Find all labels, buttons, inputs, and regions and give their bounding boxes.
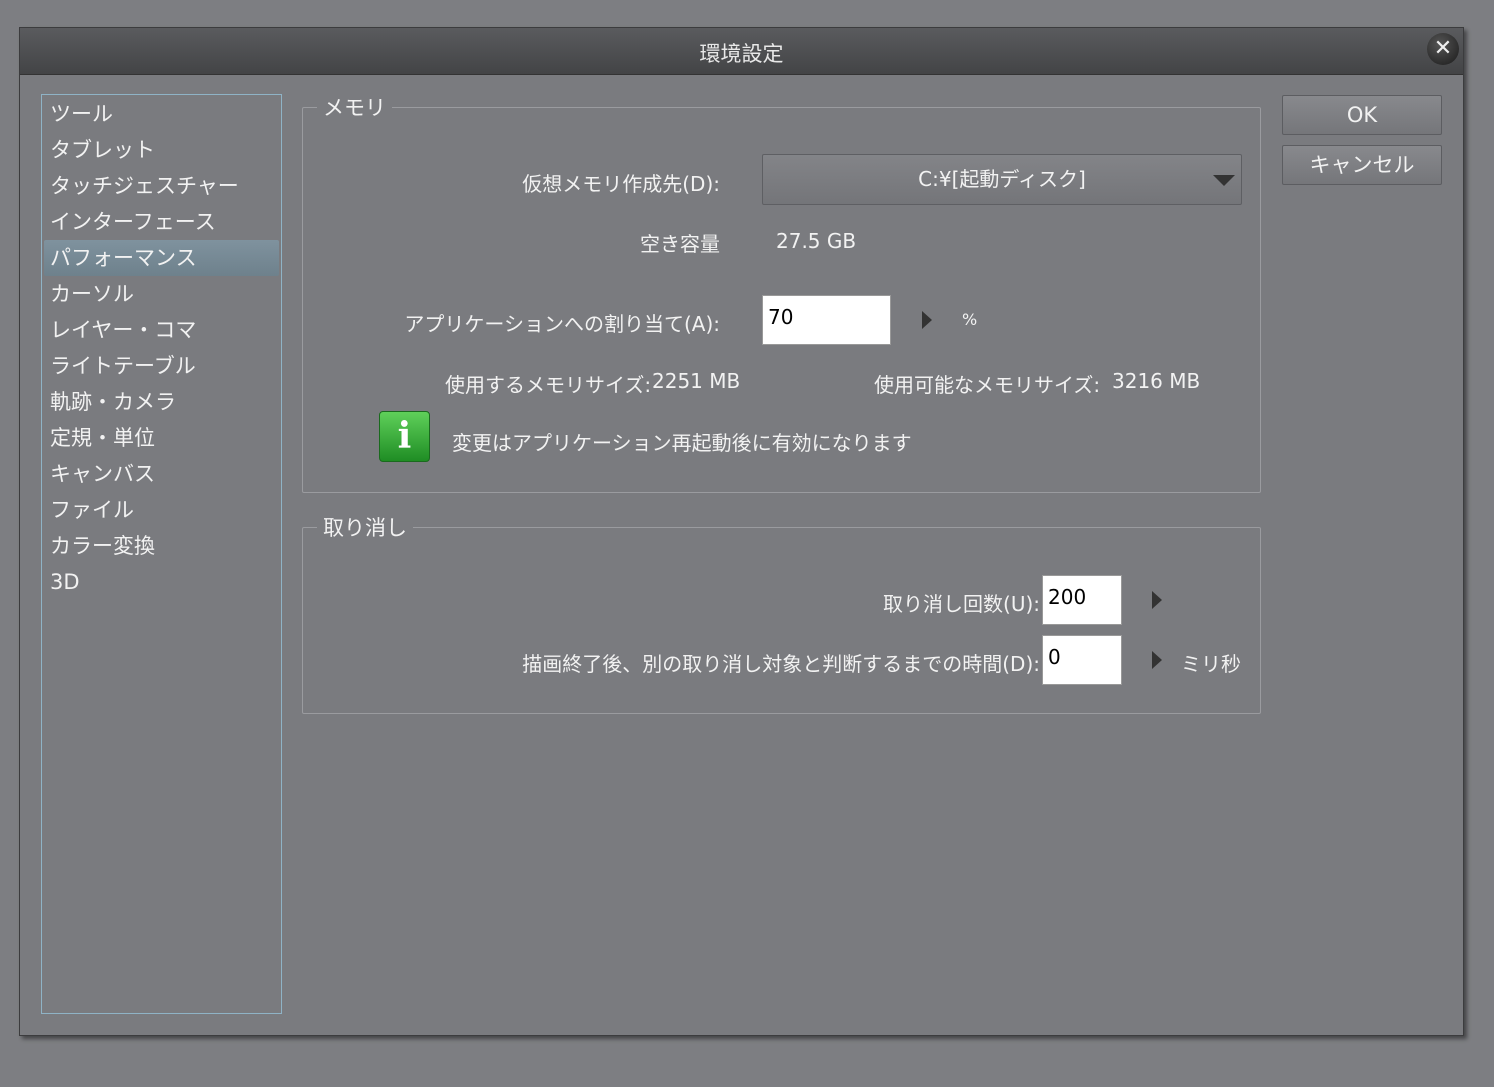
category-list: ツール タブレット タッチジェスチャー インターフェース パフォーマンス カーソル レイヤー…	[41, 94, 282, 1014]
undo-time-label: 描画終了後、別の取り消し対象と判断するまでの時間(D):	[522, 652, 1040, 676]
info-icon: i	[379, 411, 430, 462]
sidebar-item[interactable]: ファイル	[44, 492, 279, 528]
sidebar-item[interactable]: パフォーマンス	[44, 240, 279, 276]
undo-time-unit: ミリ秒	[1181, 652, 1241, 676]
allocation-unit: %	[962, 310, 978, 329]
allocation-input[interactable]: 70	[762, 295, 891, 345]
ok-button[interactable]: OK	[1282, 95, 1442, 135]
undo-count-label: 取り消し回数(U):	[883, 592, 1040, 616]
virtual-memory-label: 仮想メモリ作成先(D):	[522, 172, 720, 196]
memory-group: メモリ 仮想メモリ作成先(D): C:¥[起動ディスク] 空き容量 27.5 G…	[302, 92, 1261, 493]
allocation-label: アプリケーションへの割り当て(A):	[404, 312, 720, 336]
used-memory-value: 2251 MB	[652, 369, 741, 393]
used-memory-label: 使用するメモリサイズ:	[445, 373, 652, 397]
available-memory-value: 3216 MB	[1112, 369, 1201, 393]
undo-count-input[interactable]: 200	[1042, 575, 1122, 625]
allocation-slider-arrow-icon[interactable]	[922, 311, 932, 329]
sidebar-item[interactable]: 軌跡・カメラ	[44, 384, 279, 420]
sidebar-item[interactable]: タブレット	[44, 132, 279, 168]
sidebar-item[interactable]: インターフェース	[44, 204, 279, 240]
undo-group: 取り消し 取り消し回数(U): 200 描画終了後、別の取り消し対象と判断するま…	[302, 512, 1261, 714]
sidebar-item[interactable]: カラー変換	[44, 528, 279, 564]
title-bar[interactable]: 環境設定 ✕	[20, 28, 1463, 75]
chevron-down-icon	[1213, 175, 1235, 186]
sidebar-item[interactable]: タッチジェスチャー	[44, 168, 279, 204]
sidebar-item[interactable]: カーソル	[44, 276, 279, 312]
preferences-dialog: 環境設定 ✕ ツール タブレット タッチジェスチャー インターフェース パフォーマンスカ…	[19, 27, 1464, 1036]
sidebar-item[interactable]: ライトテーブル	[44, 348, 279, 384]
sidebar-item[interactable]: レイヤー・コマ	[44, 312, 279, 348]
dialog-title: 環境設定	[699, 42, 784, 66]
memory-legend: メモリ	[317, 92, 392, 122]
virtual-memory-value: C:¥[起動ディスク]	[918, 167, 1086, 191]
undo-time-arrow-icon[interactable]	[1152, 651, 1162, 669]
undo-time-input[interactable]: 0	[1042, 635, 1122, 685]
close-icon[interactable]: ✕	[1427, 33, 1459, 65]
sidebar-item[interactable]: ツール	[44, 96, 279, 132]
sidebar-item[interactable]: キャンバス	[44, 456, 279, 492]
free-space-value: 27.5 GB	[776, 229, 857, 253]
restart-notice: 変更はアプリケーション再起動後に有効になります	[452, 431, 912, 455]
free-space-label: 空き容量	[640, 232, 720, 256]
available-memory-label: 使用可能なメモリサイズ:	[874, 373, 1101, 397]
cancel-button[interactable]: キャンセル	[1282, 145, 1442, 185]
undo-count-arrow-icon[interactable]	[1152, 591, 1162, 609]
undo-legend: 取り消し	[317, 512, 413, 542]
sidebar-item[interactable]: 3D	[44, 564, 279, 600]
sidebar-item[interactable]: 定規・単位	[44, 420, 279, 456]
virtual-memory-select[interactable]: C:¥[起動ディスク]	[762, 154, 1242, 205]
